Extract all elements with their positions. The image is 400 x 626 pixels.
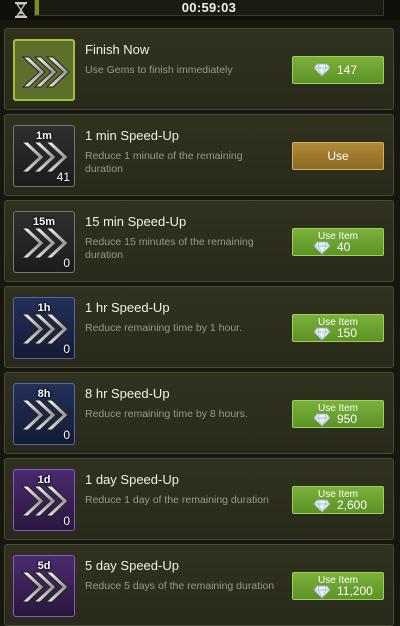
gem-price: 11,200 xyxy=(337,584,373,598)
timer-header: 00:59:03 xyxy=(0,0,400,20)
item-count: 0 xyxy=(63,342,70,356)
speedup-row: 1m 41 1 min Speed-Up Reduce 1 minute of the… xyxy=(4,114,394,196)
speedup-row: 1h 0 1 hr Speed-Up Reduce remaining time by… xyxy=(4,286,394,368)
gem-icon xyxy=(313,327,331,341)
duration-badge: 5d xyxy=(37,560,51,572)
speedup-item-icon: 1h 0 xyxy=(13,297,75,359)
speedup-item-icon: 5d xyxy=(13,555,75,617)
speedup-title: 1 hr Speed-Up xyxy=(85,300,170,315)
speedup-item-icon: 15m 0 xyxy=(13,211,75,273)
speedup-arrows-icon xyxy=(21,56,70,88)
gem-price: 950 xyxy=(337,412,358,426)
duration-badge: 8h xyxy=(37,388,51,400)
speedup-description: Use Gems to finish immediately xyxy=(85,64,233,76)
timer-text: 00:59:03 xyxy=(181,0,237,15)
gem-icon xyxy=(313,499,331,513)
gem-price: 147 xyxy=(337,63,358,77)
duration-badge: 1m xyxy=(36,130,52,142)
timer-progress-bar: 00:59:03 xyxy=(34,0,384,16)
hourglass-icon xyxy=(15,2,27,18)
speedup-row: 1d 0 1 day Speed-Up Reduce 1 day of the rem… xyxy=(4,458,394,540)
speedup-title: Finish Now xyxy=(85,42,150,57)
speedup-title: 15 min Speed-Up xyxy=(85,214,187,229)
gem-icon xyxy=(313,63,331,77)
speedup-row: 8h 0 8 hr Speed-Up Reduce remaining time by… xyxy=(4,372,394,454)
item-count: 0 xyxy=(63,256,70,270)
speedup-item-icon: 1m 41 xyxy=(13,125,75,187)
speedup-description: Reduce 1 day of the remaining duration xyxy=(85,494,269,506)
gem-icon xyxy=(313,585,331,599)
speedup-row: 15m 0 15 min Speed-Up Reduce 15 minutes of … xyxy=(4,200,394,282)
speedup-description: Reduce remaining time by 1 hour. xyxy=(85,322,243,334)
duration-badge: 1d xyxy=(37,474,51,486)
speedup-title: 1 day Speed-Up xyxy=(85,472,179,487)
use-item-gem-button[interactable]: Use Item 950 xyxy=(292,400,384,428)
gem-price: 150 xyxy=(337,326,358,340)
speedup-item-icon: 1d 0 xyxy=(13,469,75,531)
item-count: 0 xyxy=(63,428,70,442)
use-item-gem-button[interactable]: Use Item 40 xyxy=(292,228,384,256)
gem-icon xyxy=(313,241,331,255)
gem-price: 40 xyxy=(337,240,351,254)
speedup-description: Reduce remaining time by 8 hours. xyxy=(85,408,248,420)
speedup-description: Reduce 5 days of the remaining duration xyxy=(85,580,275,592)
speedup-item-icon: 8h 0 xyxy=(13,383,75,445)
speedup-title: 8 hr Speed-Up xyxy=(85,386,170,401)
duration-badge: 15m xyxy=(32,216,56,228)
speedup-row: Finish Now Use Gems to finish immediately… xyxy=(4,28,394,110)
item-count: 0 xyxy=(63,514,70,528)
speedup-description: Reduce 1 minute of the remaining duratio… xyxy=(85,150,243,175)
use-item-gem-button[interactable]: Use Item 11,200 xyxy=(292,572,384,600)
finish-now-button[interactable]: 147 xyxy=(292,56,384,84)
use-item-gem-button[interactable]: Use Item 2,600 xyxy=(292,486,384,514)
speedup-description: Reduce 15 minutes of the remaining durat… xyxy=(85,236,254,261)
speedup-title: 5 day Speed-Up xyxy=(85,558,179,573)
use-button[interactable]: Use xyxy=(292,142,384,170)
gem-price: 2,600 xyxy=(337,498,368,512)
item-count: 41 xyxy=(56,170,70,184)
gem-icon xyxy=(313,413,331,427)
use-item-gem-button[interactable]: Use Item 150 xyxy=(292,314,384,342)
speedup-title: 1 min Speed-Up xyxy=(85,128,179,143)
speedup-row: 5d 5 day Speed-Up Reduce 5 days of the rem… xyxy=(4,544,394,626)
speedup-item-icon xyxy=(13,39,75,101)
duration-badge: 1h xyxy=(37,302,51,314)
